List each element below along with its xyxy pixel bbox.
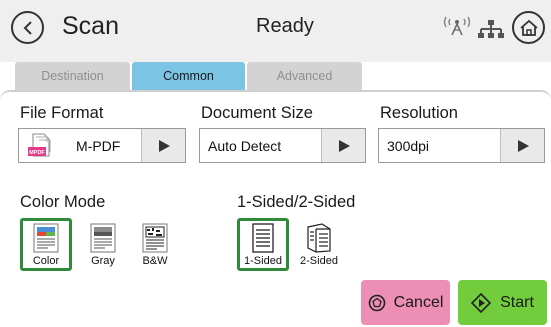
play-arrow-icon xyxy=(338,139,350,152)
pdf-file-icon: MPDF xyxy=(28,133,51,157)
color-document-icon xyxy=(33,223,59,253)
page-title: Scan xyxy=(62,12,119,40)
cancel-button[interactable]: Cancel xyxy=(361,280,450,325)
black-white-document-icon xyxy=(142,223,168,253)
file-format-label: File Format xyxy=(20,104,104,122)
color-mode-gray-option[interactable]: Gray xyxy=(86,223,120,267)
one-sided-label: 1-Sided xyxy=(244,255,282,267)
two-sided-page-icon xyxy=(307,223,331,253)
document-size-label: Document Size xyxy=(201,104,313,122)
play-arrow-icon xyxy=(158,139,170,152)
wired-network-icon xyxy=(478,20,504,38)
stop-icon xyxy=(368,294,385,311)
tab-advanced[interactable]: Advanced xyxy=(247,62,362,90)
document-size-arrow-button[interactable] xyxy=(321,129,365,162)
start-diamond-icon xyxy=(471,292,492,313)
file-format-arrow-button[interactable] xyxy=(141,129,185,162)
chevron-left-icon xyxy=(23,20,32,35)
document-size-value: Auto Detect xyxy=(208,138,282,154)
resolution-selector[interactable]: 300dpi xyxy=(378,128,545,163)
bw-option-label: B&W xyxy=(142,255,168,267)
color-mode-label: Color Mode xyxy=(20,193,106,211)
two-sided-option[interactable]: 2-Sided xyxy=(297,223,341,267)
start-button[interactable]: Start xyxy=(458,280,547,325)
two-sided-label: 2-Sided xyxy=(300,255,338,267)
cancel-button-label: Cancel xyxy=(393,293,444,311)
resolution-label: Resolution xyxy=(380,104,458,122)
back-button[interactable] xyxy=(11,11,44,44)
wireless-icon xyxy=(443,16,471,36)
file-format-value: M-PDF xyxy=(76,138,121,154)
color-option-label: Color xyxy=(32,255,60,267)
one-sided-option[interactable]: 1-Sided xyxy=(237,218,289,271)
one-sided-page-icon xyxy=(252,223,274,253)
resolution-value: 300dpi xyxy=(387,138,430,154)
file-format-icon-text: MPDF xyxy=(29,150,45,156)
document-size-selector[interactable]: Auto Detect xyxy=(199,128,366,163)
sided-label: 1-Sided/2-Sided xyxy=(237,193,356,211)
tab-destination[interactable]: Destination xyxy=(15,62,130,90)
file-format-selector[interactable]: MPDF M-PDF xyxy=(18,128,186,163)
grayscale-document-icon xyxy=(90,223,116,253)
home-icon xyxy=(519,19,538,36)
color-mode-bw-option[interactable]: B&W xyxy=(138,223,172,267)
header-bar: Scan Ready xyxy=(0,0,551,62)
resolution-arrow-button[interactable] xyxy=(500,129,544,162)
status-text: Ready xyxy=(256,15,314,37)
home-button[interactable] xyxy=(512,11,545,44)
start-button-label: Start xyxy=(500,293,534,311)
play-arrow-icon xyxy=(517,139,529,152)
color-mode-color-option[interactable]: Color xyxy=(20,218,72,271)
gray-option-label: Gray xyxy=(91,255,115,267)
tab-common[interactable]: Common xyxy=(132,62,245,90)
